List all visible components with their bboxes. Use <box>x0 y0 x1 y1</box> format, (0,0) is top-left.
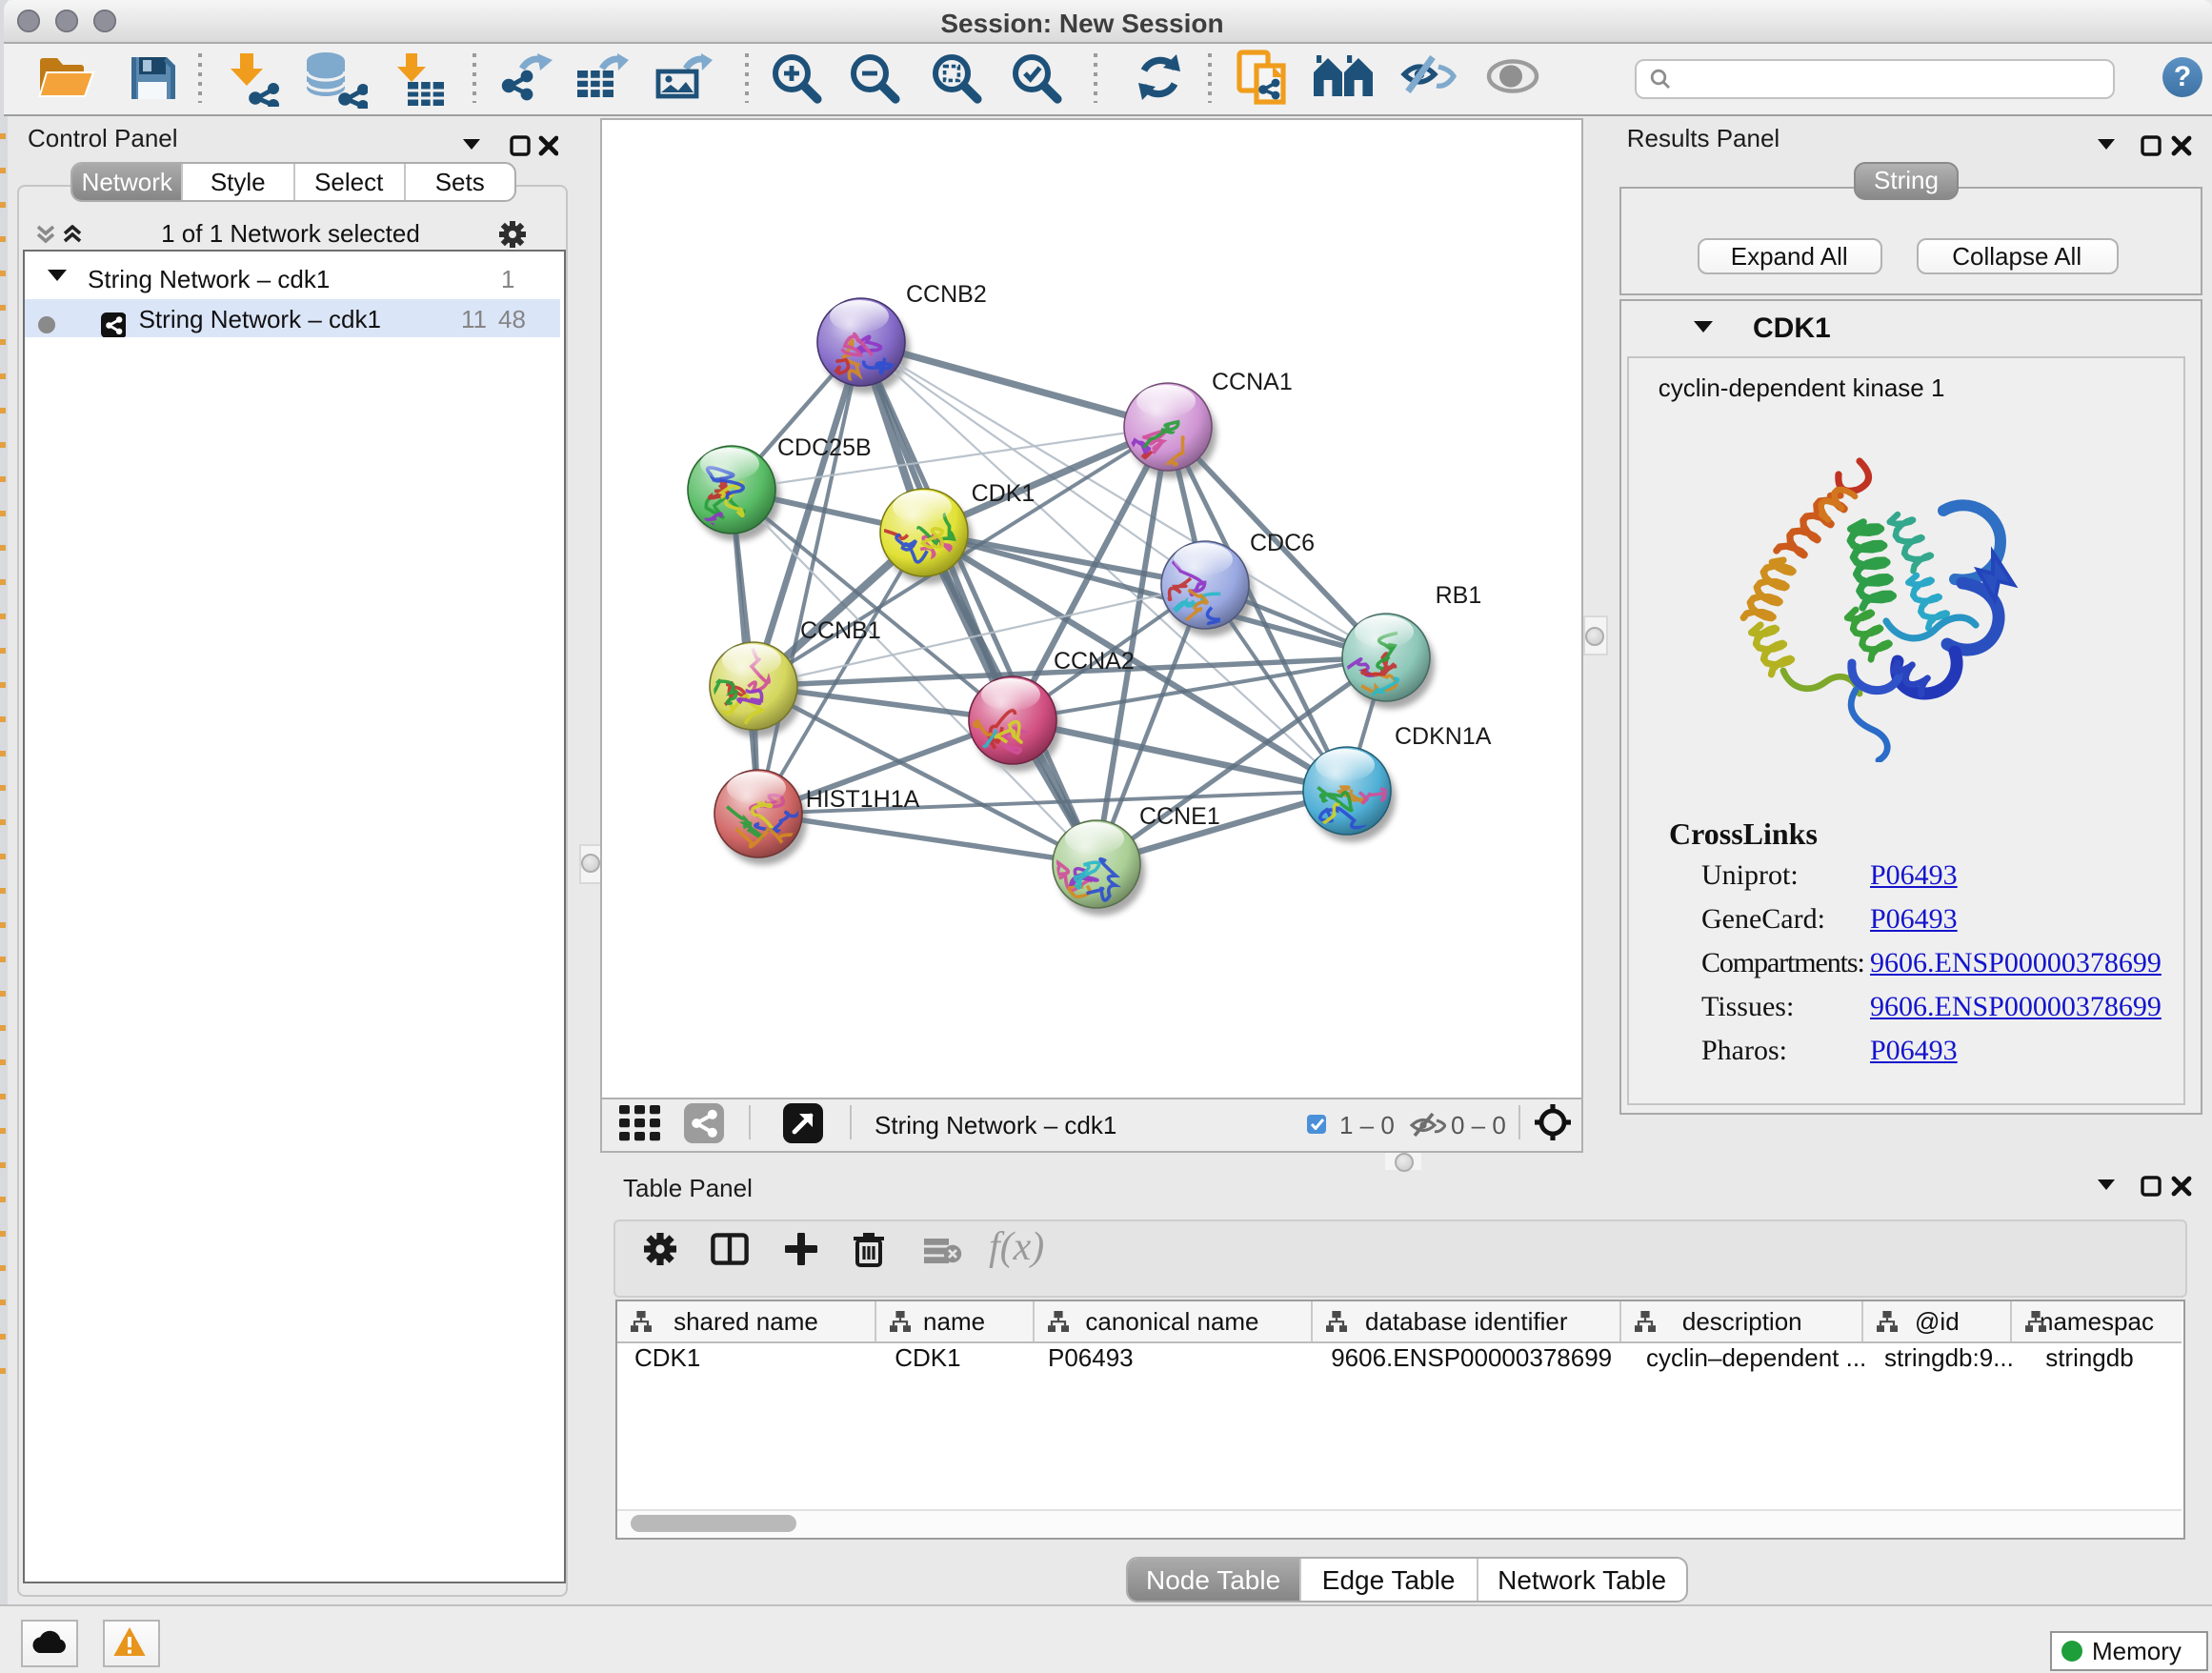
svg-text:CCNA2: CCNA2 <box>1053 647 1134 674</box>
svg-text:RB1: RB1 <box>1435 581 1481 608</box>
svg-text:HIST1H1A: HIST1H1A <box>805 785 919 812</box>
svg-text:CDK1: CDK1 <box>971 479 1035 506</box>
svg-text:CCNE1: CCNE1 <box>1138 802 1219 829</box>
svg-text:CDKN1A: CDKN1A <box>1394 722 1491 749</box>
svg-text:CCNB2: CCNB2 <box>905 280 986 307</box>
svg-text:CCNA1: CCNA1 <box>1211 368 1292 394</box>
svg-text:CDC25B: CDC25B <box>776 433 871 460</box>
svg-text:CDC6: CDC6 <box>1249 529 1314 555</box>
svg-text:CCNB1: CCNB1 <box>799 616 880 643</box>
